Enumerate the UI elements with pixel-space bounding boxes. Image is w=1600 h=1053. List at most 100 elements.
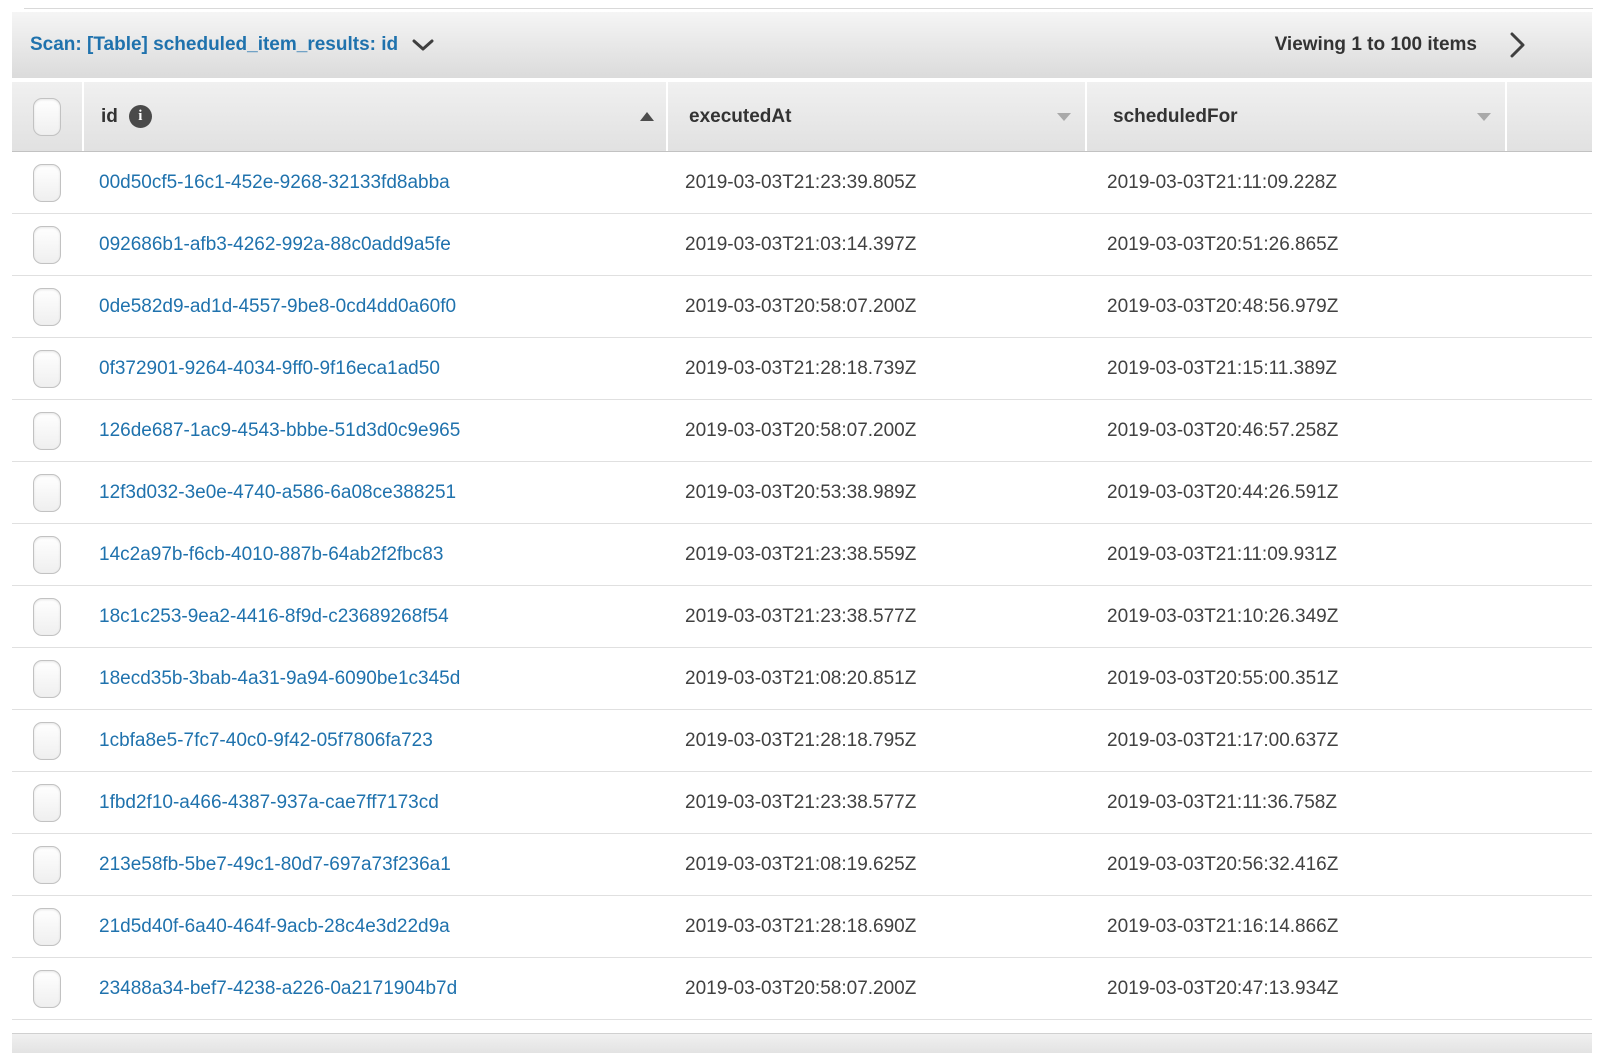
scheduled-for-value: 2019-03-03T20:51:26.865Z bbox=[1081, 214, 1499, 275]
row-checkbox-cell bbox=[12, 648, 82, 709]
viewing-count-label: Viewing 1 to 100 items bbox=[1275, 34, 1477, 56]
executed-at-value: 2019-03-03T21:03:14.397Z bbox=[664, 214, 1081, 275]
row-checkbox-cell bbox=[12, 834, 82, 895]
scheduled-for-value: 2019-03-03T20:55:00.351Z bbox=[1081, 648, 1499, 709]
chevron-right-icon[interactable] bbox=[1509, 31, 1526, 59]
row-checkbox[interactable] bbox=[33, 536, 61, 574]
row-checkbox-cell bbox=[12, 214, 82, 275]
item-id-cell: 092686b1-afb3-4262-992a-88c0add9a5fe bbox=[82, 214, 664, 275]
item-id-cell: 23488a34-bef7-4238-a226-0a2171904b7d bbox=[82, 958, 664, 1019]
scan-title[interactable]: Scan: [Table] scheduled_item_results: id bbox=[30, 34, 398, 56]
row-checkbox[interactable] bbox=[33, 598, 61, 636]
table-row: 213e58fb-5be7-49c1-80d7-697a73f236a1 2019… bbox=[12, 834, 1592, 896]
table-row: 1fbd2f10-a466-4387-937a-cae7ff7173cd 2019… bbox=[12, 772, 1592, 834]
item-id-cell: 0de582d9-ad1d-4557-9be8-0cd4dd0a60f0 bbox=[82, 276, 664, 337]
item-id-link[interactable]: 23488a34-bef7-4238-a226-0a2171904b7d bbox=[99, 978, 457, 1000]
column-label-scheduledFor: scheduledFor bbox=[1113, 106, 1238, 128]
row-checkbox-cell bbox=[12, 958, 82, 1019]
row-checkbox-cell bbox=[12, 338, 82, 399]
table-row: 126de687-1ac9-4543-bbbe-51d3d0c9e965 2019… bbox=[12, 400, 1592, 462]
row-checkbox[interactable] bbox=[33, 722, 61, 760]
pagination-group: Viewing 1 to 100 items bbox=[1275, 31, 1526, 59]
executed-at-value: 2019-03-03T21:08:19.625Z bbox=[664, 834, 1081, 895]
row-checkbox[interactable] bbox=[33, 784, 61, 822]
item-id-link[interactable]: 1cbfa8e5-7fc7-40c0-9f42-05f7806fa723 bbox=[99, 730, 433, 752]
scheduled-for-value: 2019-03-03T21:11:09.228Z bbox=[1081, 152, 1499, 213]
row-checkbox[interactable] bbox=[33, 350, 61, 388]
table-row: 092686b1-afb3-4262-992a-88c0add9a5fe 2019… bbox=[12, 214, 1592, 276]
item-id-cell: 18ecd35b-3bab-4a31-9a94-6090be1c345d bbox=[82, 648, 664, 709]
sort-toggle-icon bbox=[1057, 113, 1071, 121]
row-checkbox[interactable] bbox=[33, 164, 61, 202]
dynamodb-items-panel: Scan: [Table] scheduled_item_results: id… bbox=[12, 12, 1592, 1053]
table-row: 00d50cf5-16c1-452e-9268-32133fd8abba 2019… bbox=[12, 152, 1592, 214]
select-all-checkbox[interactable] bbox=[33, 98, 61, 136]
item-id-cell: 1cbfa8e5-7fc7-40c0-9f42-05f7806fa723 bbox=[82, 710, 664, 771]
sort-toggle-icon bbox=[1477, 113, 1491, 121]
row-checkbox-cell bbox=[12, 400, 82, 461]
item-id-link[interactable]: 14c2a97b-f6cb-4010-887b-64ab2f2fbc83 bbox=[99, 544, 443, 566]
row-checkbox[interactable] bbox=[33, 474, 61, 512]
item-id-cell: 21d5d40f-6a40-464f-9acb-28c4e3d22d9a bbox=[82, 896, 664, 957]
item-id-cell: 1fbd2f10-a466-4387-937a-cae7ff7173cd bbox=[82, 772, 664, 833]
item-id-link[interactable]: 18ecd35b-3bab-4a31-9a94-6090be1c345d bbox=[99, 668, 460, 690]
executed-at-value: 2019-03-03T20:58:07.200Z bbox=[664, 400, 1081, 461]
row-checkbox[interactable] bbox=[33, 412, 61, 450]
row-checkbox[interactable] bbox=[33, 660, 61, 698]
scheduled-for-value: 2019-03-03T21:10:26.349Z bbox=[1081, 586, 1499, 647]
select-all-cell bbox=[12, 82, 82, 151]
item-id-link[interactable]: 18c1c253-9ea2-4416-8f9d-c23689268f54 bbox=[99, 606, 449, 628]
column-header-scheduledFor[interactable]: scheduledFor bbox=[1087, 82, 1505, 151]
scheduled-for-value: 2019-03-03T21:17:00.637Z bbox=[1081, 710, 1499, 771]
item-id-cell: 0f372901-9264-4034-9ff0-9f16eca1ad50 bbox=[82, 338, 664, 399]
item-id-link[interactable]: 126de687-1ac9-4543-bbbe-51d3d0c9e965 bbox=[99, 420, 460, 442]
executed-at-value: 2019-03-03T21:23:39.805Z bbox=[664, 152, 1081, 213]
item-id-cell: 126de687-1ac9-4543-bbbe-51d3d0c9e965 bbox=[82, 400, 664, 461]
row-checkbox-cell bbox=[12, 462, 82, 523]
table-row: 1cbfa8e5-7fc7-40c0-9f42-05f7806fa723 2019… bbox=[12, 710, 1592, 772]
item-id-cell: 00d50cf5-16c1-452e-9268-32133fd8abba bbox=[82, 152, 664, 213]
scheduled-for-value: 2019-03-03T20:47:13.934Z bbox=[1081, 958, 1499, 1019]
item-id-link[interactable]: 092686b1-afb3-4262-992a-88c0add9a5fe bbox=[99, 234, 451, 256]
executed-at-value: 2019-03-03T20:58:07.200Z bbox=[664, 276, 1081, 337]
table-body: 00d50cf5-16c1-452e-9268-32133fd8abba 2019… bbox=[12, 152, 1592, 1020]
item-id-cell: 213e58fb-5be7-49c1-80d7-697a73f236a1 bbox=[82, 834, 664, 895]
column-header-empty bbox=[1507, 82, 1592, 151]
item-id-link[interactable]: 0f372901-9264-4034-9ff0-9f16eca1ad50 bbox=[99, 358, 440, 380]
scheduled-for-value: 2019-03-03T20:46:57.258Z bbox=[1081, 400, 1499, 461]
scan-selector[interactable]: Scan: [Table] scheduled_item_results: id bbox=[30, 34, 434, 56]
item-id-link[interactable]: 00d50cf5-16c1-452e-9268-32133fd8abba bbox=[99, 172, 450, 194]
chevron-down-icon[interactable] bbox=[412, 38, 434, 52]
executed-at-value: 2019-03-03T21:23:38.577Z bbox=[664, 586, 1081, 647]
executed-at-value: 2019-03-03T20:53:38.989Z bbox=[664, 462, 1081, 523]
scheduled-for-value: 2019-03-03T21:15:11.389Z bbox=[1081, 338, 1499, 399]
row-checkbox[interactable] bbox=[33, 846, 61, 884]
table-row: 21d5d40f-6a40-464f-9acb-28c4e3d22d9a 2019… bbox=[12, 896, 1592, 958]
scheduled-for-value: 2019-03-03T20:44:26.591Z bbox=[1081, 462, 1499, 523]
table-row: 14c2a97b-f6cb-4010-887b-64ab2f2fbc83 2019… bbox=[12, 524, 1592, 586]
row-checkbox-cell bbox=[12, 152, 82, 213]
executed-at-value: 2019-03-03T21:23:38.577Z bbox=[664, 772, 1081, 833]
item-id-link[interactable]: 21d5d40f-6a40-464f-9acb-28c4e3d22d9a bbox=[99, 916, 450, 938]
row-checkbox[interactable] bbox=[33, 908, 61, 946]
scheduled-for-value: 2019-03-03T21:11:09.931Z bbox=[1081, 524, 1499, 585]
item-id-link[interactable]: 1fbd2f10-a466-4387-937a-cae7ff7173cd bbox=[99, 792, 439, 814]
item-id-link[interactable]: 12f3d032-3e0e-4740-a586-6a08ce388251 bbox=[99, 482, 456, 504]
executed-at-value: 2019-03-03T21:23:38.559Z bbox=[664, 524, 1081, 585]
row-checkbox[interactable] bbox=[33, 288, 61, 326]
item-id-link[interactable]: 0de582d9-ad1d-4557-9be8-0cd4dd0a60f0 bbox=[99, 296, 456, 318]
scheduled-for-value: 2019-03-03T20:48:56.979Z bbox=[1081, 276, 1499, 337]
item-id-link[interactable]: 213e58fb-5be7-49c1-80d7-697a73f236a1 bbox=[99, 854, 451, 876]
table-row: 12f3d032-3e0e-4740-a586-6a08ce388251 2019… bbox=[12, 462, 1592, 524]
executed-at-value: 2019-03-03T21:08:20.851Z bbox=[664, 648, 1081, 709]
scheduled-for-value: 2019-03-03T21:16:14.866Z bbox=[1081, 896, 1499, 957]
row-checkbox[interactable] bbox=[33, 970, 61, 1008]
row-checkbox-cell bbox=[12, 710, 82, 771]
scan-toolbar: Scan: [Table] scheduled_item_results: id… bbox=[12, 12, 1592, 78]
row-checkbox-cell bbox=[12, 896, 82, 957]
column-header-id[interactable]: id i bbox=[84, 82, 666, 151]
column-header-executedAt[interactable]: executedAt bbox=[668, 82, 1085, 151]
info-icon[interactable]: i bbox=[129, 105, 152, 128]
row-checkbox[interactable] bbox=[33, 226, 61, 264]
table-row: 18c1c253-9ea2-4416-8f9d-c23689268f54 2019… bbox=[12, 586, 1592, 648]
